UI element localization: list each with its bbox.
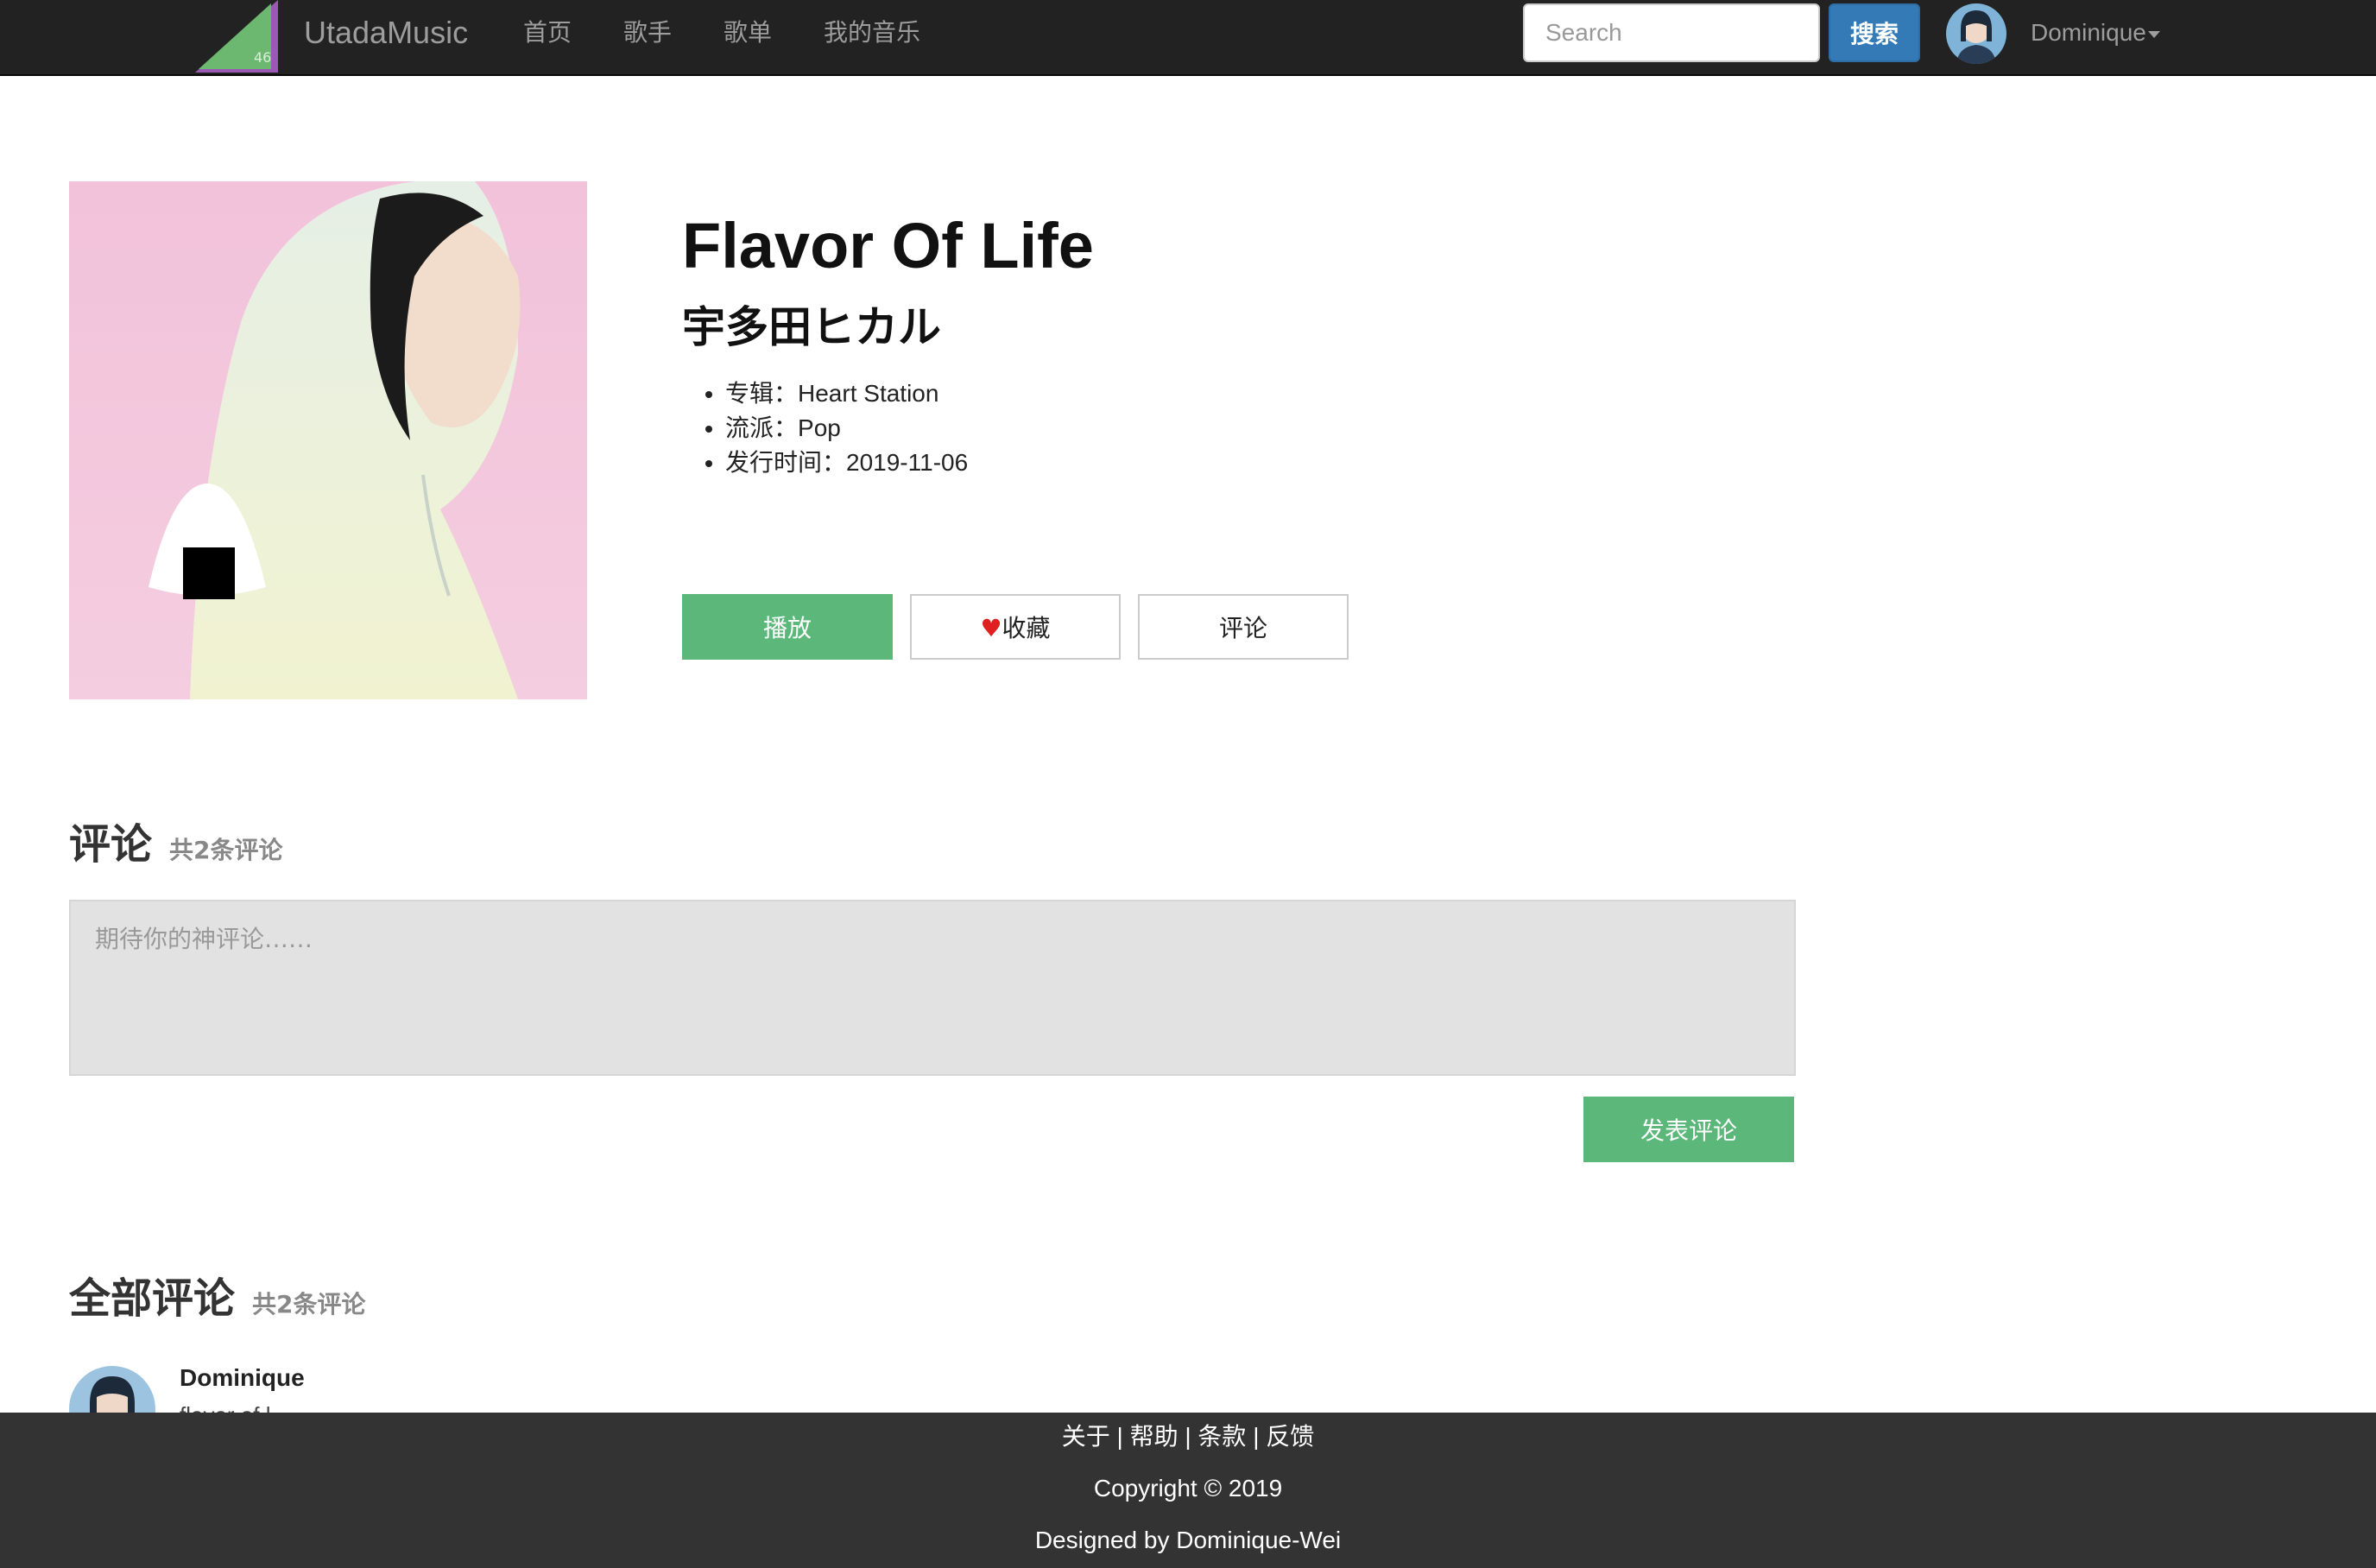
meta-album: 专辑：Heart Station bbox=[725, 376, 968, 411]
search-input[interactable] bbox=[1523, 3, 1820, 62]
nav-singers[interactable]: 歌手 bbox=[623, 17, 672, 48]
page-footer: 关于 | 帮助 | 条款 | 反馈 Copyright © 2019 Desig… bbox=[0, 1413, 2376, 1568]
comment-count: 共2条评论 bbox=[169, 836, 283, 864]
footer-separator: | bbox=[1109, 1423, 1130, 1450]
nav-my-music[interactable]: 我的音乐 bbox=[824, 17, 920, 48]
footer-link-feedback[interactable]: 反馈 bbox=[1266, 1423, 1314, 1450]
caret-down-icon bbox=[2147, 30, 2160, 38]
footer-designed-by: Designed by Dominique-Wei bbox=[1034, 1527, 1342, 1553]
meta-album-label: 专辑： bbox=[725, 380, 799, 407]
comment-textarea[interactable] bbox=[69, 900, 1796, 1076]
play-button[interactable]: 播放 bbox=[682, 594, 893, 660]
meta-release-label: 发行时间： bbox=[725, 449, 847, 476]
footer-link-help[interactable]: 帮助 bbox=[1130, 1423, 1179, 1450]
footer-separator: | bbox=[1178, 1423, 1198, 1450]
user-menu-dropdown[interactable]: Dominique bbox=[2031, 17, 2160, 48]
svg-text:46: 46 bbox=[254, 49, 271, 66]
submit-comment-button[interactable]: 发表评论 bbox=[1583, 1097, 1794, 1162]
meta-release-value: 2019-11-06 bbox=[846, 449, 969, 476]
footer-link-terms[interactable]: 条款 bbox=[1197, 1423, 1246, 1450]
nav-home[interactable]: 首页 bbox=[523, 17, 572, 48]
meta-genre-label: 流派： bbox=[725, 414, 799, 441]
search-button[interactable]: 搜索 bbox=[1829, 3, 1920, 62]
nav-playlists[interactable]: 歌单 bbox=[724, 17, 772, 48]
top-navbar: 46 UtadaMusic 首页 歌手 歌单 我的音乐 搜索 Dominique bbox=[0, 0, 2376, 76]
site-logo[interactable]: 46 bbox=[195, 0, 278, 73]
user-name: Dominique bbox=[2031, 19, 2146, 46]
footer-link-about[interactable]: 关于 bbox=[1062, 1423, 1110, 1450]
song-title: Flavor Of Life bbox=[682, 210, 1094, 281]
meta-release-date: 发行时间：2019-11-06 bbox=[725, 446, 968, 480]
user-avatar[interactable] bbox=[1946, 3, 2006, 64]
footer-separator: | bbox=[1246, 1423, 1267, 1450]
meta-genre-value: Pop bbox=[798, 414, 841, 441]
song-meta-list: 专辑：Heart Station 流派：Pop 发行时间：2019-11-06 bbox=[725, 376, 968, 480]
all-comments-heading-text: 全部评论 bbox=[69, 1274, 236, 1323]
favorite-button[interactable]: ♥收藏 bbox=[910, 594, 1121, 660]
comment-section-heading: 评论 共2条评论 bbox=[69, 819, 283, 876]
footer-copyright: Copyright © 2019 bbox=[1093, 1475, 1283, 1502]
meta-album-value: Heart Station bbox=[798, 380, 939, 407]
comment-username[interactable]: Dominique bbox=[180, 1364, 305, 1392]
meta-genre: 流派：Pop bbox=[725, 411, 968, 446]
favorite-label: 收藏 bbox=[1002, 614, 1051, 642]
comment-button[interactable]: 评论 bbox=[1138, 594, 1349, 660]
song-artist[interactable]: 宇多田ヒカル bbox=[682, 300, 941, 354]
all-comments-heading: 全部评论 共2条评论 bbox=[69, 1273, 366, 1331]
heart-icon: ♥ bbox=[980, 614, 1002, 642]
brand-link[interactable]: UtadaMusic bbox=[304, 14, 468, 52]
footer-links: 关于 | 帮助 | 条款 | 反馈 bbox=[0, 1419, 2376, 1454]
all-comments-count: 共2条评论 bbox=[252, 1290, 366, 1318]
comment-heading-text: 评论 bbox=[69, 820, 153, 869]
album-cover bbox=[69, 181, 587, 699]
